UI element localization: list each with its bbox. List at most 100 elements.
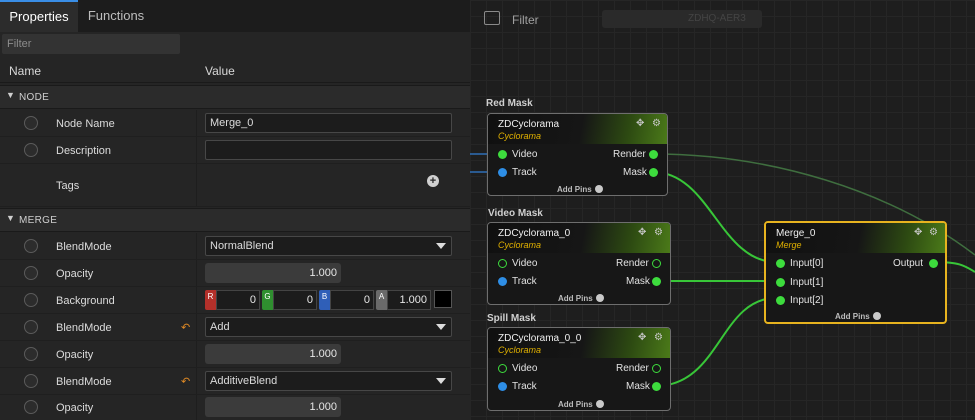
pin-mask-out[interactable]: [652, 277, 661, 286]
chevron-down-icon: ▼: [6, 213, 15, 223]
pin-label: Output: [893, 258, 924, 269]
group-label-video-mask: Video Mask: [488, 208, 543, 219]
row-radio[interactable]: [24, 374, 38, 388]
properties-filter-input[interactable]: Filter: [2, 34, 180, 54]
pin-video-in[interactable]: [498, 259, 507, 268]
graph-filter[interactable]: Filter ZDHQ-AER3: [482, 8, 762, 32]
gear-icon[interactable]: ⚙: [929, 227, 938, 238]
column-name: Name: [9, 64, 42, 78]
move-icon[interactable]: ✥: [638, 332, 646, 343]
move-icon[interactable]: ✥: [914, 227, 922, 238]
add-icon: [872, 312, 881, 320]
row-label: BlendMode: [56, 376, 112, 388]
blendmode-2-select[interactable]: Add: [205, 317, 452, 337]
pin-label: Video: [512, 363, 538, 374]
row-radio[interactable]: [24, 400, 38, 414]
add-pins-button[interactable]: Add Pins: [557, 185, 603, 194]
pin-label: Mask: [623, 167, 647, 178]
wire-red-mask: [652, 171, 777, 263]
node-title: ZDCyclorama_0_0: [498, 333, 582, 344]
revert-icon[interactable]: ↶: [181, 375, 190, 388]
group-label-spill-mask: Spill Mask: [487, 313, 536, 324]
row-radio[interactable]: [24, 347, 38, 361]
pin-input-2[interactable]: [776, 296, 785, 305]
row-label: Opacity: [56, 349, 94, 361]
opacity-3-field[interactable]: 1.000: [205, 397, 341, 417]
opacity-1-field[interactable]: 1.000: [205, 263, 341, 283]
row-description: Description: [0, 137, 470, 164]
add-pins-button[interactable]: Add Pins: [835, 312, 881, 321]
add-icon: [595, 400, 604, 408]
properties-panel: Properties Functions Filter Name Value ▼…: [0, 0, 470, 420]
tab-properties[interactable]: Properties: [0, 0, 78, 32]
gear-icon[interactable]: ⚙: [652, 118, 661, 129]
pin-label: Input[0]: [790, 258, 824, 269]
add-icon[interactable]: +: [427, 175, 439, 187]
row-opacity-3: Opacity 1.000: [0, 395, 470, 420]
pin-mask-out[interactable]: [652, 382, 661, 391]
graph-filter-input[interactable]: ZDHQ-AER3: [602, 10, 762, 28]
pin-input-0[interactable]: [776, 259, 785, 268]
pin-video-in[interactable]: [498, 150, 507, 159]
pin-mask-out[interactable]: [649, 168, 658, 177]
node-zdcyclorama-0-0[interactable]: ZDCyclorama_0_0 Cyclorama ✥ ⚙ Video Trac…: [487, 327, 671, 411]
section-node[interactable]: ▼ NODE: [0, 85, 470, 109]
row-tags: Tags +: [0, 164, 470, 207]
column-header: Name Value: [0, 58, 470, 83]
row-radio[interactable]: [24, 116, 38, 130]
pin-render-out[interactable]: [652, 259, 661, 268]
node-type: Merge: [776, 240, 802, 250]
revert-icon[interactable]: ↶: [181, 321, 190, 334]
blendmode-1-select[interactable]: NormalBlend: [205, 236, 452, 256]
move-icon[interactable]: ✥: [636, 118, 644, 129]
pin-label: Render: [616, 258, 649, 269]
node-graph-canvas[interactable]: Filter ZDHQ-AER3 Red Mask Video Mask Spi…: [470, 0, 975, 420]
row-radio[interactable]: [24, 239, 38, 253]
pin-label: Video: [512, 149, 538, 160]
move-icon[interactable]: ✥: [638, 227, 646, 238]
opacity-2-field[interactable]: 1.000: [205, 344, 341, 364]
chevron-down-icon: [436, 378, 446, 384]
node-zdcyclorama-0[interactable]: ZDCyclorama_0 Cyclorama ✥ ⚙ Video Track …: [487, 222, 671, 305]
wire-spill-mask: [655, 297, 777, 387]
pin-input-1[interactable]: [776, 278, 785, 287]
pin-track-in[interactable]: [498, 277, 507, 286]
node-name-input[interactable]: Merge_0: [205, 113, 452, 133]
section-node-label: NODE: [19, 92, 50, 103]
node-merge-0[interactable]: Merge_0 Merge ✥ ⚙ Input[0] Input[1] Inpu…: [764, 221, 947, 324]
row-blendmode-1: BlendMode NormalBlend: [0, 233, 470, 260]
section-merge[interactable]: ▼ MERGE: [0, 208, 470, 232]
section-merge-label: MERGE: [19, 215, 58, 226]
pin-label: Input[2]: [790, 295, 824, 306]
row-radio[interactable]: [24, 143, 38, 157]
pin-output[interactable]: [929, 259, 938, 268]
row-radio[interactable]: [24, 266, 38, 280]
pin-video-in[interactable]: [498, 364, 507, 373]
pin-render-out[interactable]: [652, 364, 661, 373]
add-pins-button[interactable]: Add Pins: [558, 400, 604, 409]
pin-track-in[interactable]: [498, 382, 507, 391]
pin-track-in[interactable]: [498, 168, 507, 177]
node-title: ZDCyclorama: [498, 119, 560, 130]
select-value: NormalBlend: [210, 240, 274, 252]
group-label-red-mask: Red Mask: [486, 98, 533, 109]
pin-label: Render: [613, 149, 646, 160]
chevron-down-icon: [436, 243, 446, 249]
tab-functions[interactable]: Functions: [80, 0, 152, 32]
gear-icon[interactable]: ⚙: [654, 227, 663, 238]
add-pins-button[interactable]: Add Pins: [558, 294, 604, 303]
gear-icon[interactable]: ⚙: [654, 332, 663, 343]
blendmode-3-select[interactable]: AdditiveBlend: [205, 371, 452, 391]
chevron-down-icon: ▼: [6, 90, 15, 100]
row-blendmode-2: BlendMode ↶ Add: [0, 314, 470, 341]
pin-render-out[interactable]: [649, 150, 658, 159]
background-color-swatch[interactable]: [434, 290, 452, 308]
description-input[interactable]: [205, 140, 452, 160]
select-value: AdditiveBlend: [210, 375, 278, 387]
row-radio[interactable]: [24, 320, 38, 334]
add-icon: [594, 185, 603, 193]
pin-label: Track: [512, 167, 537, 178]
row-node-name: Node Name Merge_0: [0, 110, 470, 137]
node-zdcyclorama[interactable]: ZDCyclorama Cyclorama ✥ ⚙ Video Track Re…: [487, 113, 668, 196]
node-title: Merge_0: [776, 228, 816, 239]
